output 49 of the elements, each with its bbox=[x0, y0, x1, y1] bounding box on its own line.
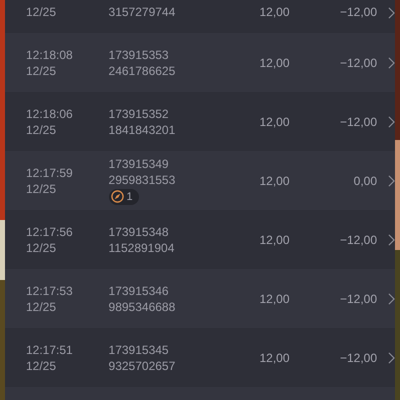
order-id: 9325702657 bbox=[108, 358, 176, 372]
bet-amount: 12,00 bbox=[258, 292, 290, 306]
chevron-right-icon[interactable] bbox=[388, 234, 395, 246]
chevron-right-icon[interactable] bbox=[388, 352, 395, 364]
order-id: 1152891904 bbox=[108, 240, 176, 254]
round-id: 173915349 bbox=[108, 156, 170, 170]
bet-date: 12/25 bbox=[26, 5, 58, 19]
win-loss: −12,00 bbox=[338, 292, 378, 306]
order-id: 2959831553 bbox=[108, 172, 176, 186]
win-loss: −12,00 bbox=[338, 350, 378, 364]
free-spin-badge: 1 bbox=[108, 188, 139, 204]
round-id: 173915352 bbox=[108, 106, 170, 120]
bet-amount: 12,00 bbox=[258, 114, 290, 128]
bet-time: 12:17:51 bbox=[26, 342, 74, 356]
bet-date: 12/25 bbox=[26, 64, 58, 78]
chevron-right-icon[interactable] bbox=[388, 7, 395, 19]
win-loss: 0,00 bbox=[352, 174, 378, 188]
bet-time: 12:17:53 bbox=[26, 284, 74, 298]
bet-amount: 12,00 bbox=[258, 174, 290, 188]
round-id: 173915353 bbox=[108, 48, 170, 62]
win-loss: −12,00 bbox=[338, 232, 378, 246]
order-id: 3157279744 bbox=[108, 5, 176, 19]
bet-time: 12:17:56 bbox=[26, 224, 74, 238]
chevron-right-icon[interactable] bbox=[388, 56, 395, 68]
round-id: 173915348 bbox=[108, 224, 170, 238]
bet-date: 12/25 bbox=[26, 358, 58, 372]
bet-date: 12/25 bbox=[26, 300, 58, 314]
bet-date: 12/25 bbox=[26, 122, 58, 136]
bet-time: 12:17:59 bbox=[26, 166, 74, 180]
chevron-right-icon[interactable] bbox=[388, 292, 395, 304]
win-loss: −12,00 bbox=[338, 56, 378, 70]
chevron-right-icon[interactable] bbox=[388, 174, 395, 186]
bet-time: 12:18:08 bbox=[26, 48, 74, 62]
bet-amount: 12,00 bbox=[258, 232, 290, 246]
chevron-right-icon[interactable] bbox=[388, 116, 395, 128]
round-id: 173915346 bbox=[108, 284, 170, 298]
order-id: 1841843201 bbox=[108, 122, 176, 136]
order-id: 2461786625 bbox=[108, 64, 176, 78]
order-id: 9895346688 bbox=[108, 300, 176, 314]
bet-amount: 12,00 bbox=[258, 5, 290, 19]
bet-date: 12/25 bbox=[26, 182, 58, 196]
win-loss: −12,00 bbox=[338, 5, 378, 19]
bet-date: 12/25 bbox=[26, 240, 58, 254]
round-id: 173915345 bbox=[108, 342, 170, 356]
bet-amount: 12,00 bbox=[258, 56, 290, 70]
bet-time: 12:18:06 bbox=[26, 106, 74, 120]
bet-amount: 12,00 bbox=[258, 350, 290, 364]
compass-icon bbox=[110, 190, 124, 203]
win-loss: −12,00 bbox=[338, 114, 378, 128]
